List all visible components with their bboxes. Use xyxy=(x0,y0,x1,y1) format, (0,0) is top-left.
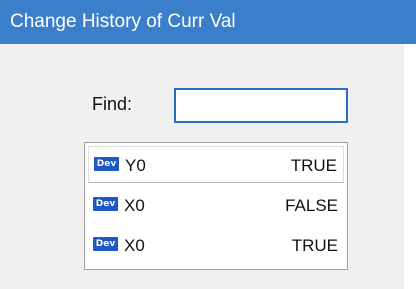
device-icon: Dev xyxy=(93,197,118,211)
list-item[interactable]: Dev X0 TRUE xyxy=(88,227,344,264)
device-name: X0 xyxy=(124,196,145,215)
list-item[interactable]: Dev Y0 TRUE xyxy=(88,146,344,183)
find-label: Find: xyxy=(92,94,133,114)
history-list[interactable]: Dev Y0 TRUE Dev X0 FALSE Dev X0 TRUE xyxy=(84,142,348,270)
list-item[interactable]: Dev X0 FALSE xyxy=(88,187,344,224)
device-value: TRUE xyxy=(290,156,337,175)
change-history-window: Change History of Curr Val Find: Dev Y0 … xyxy=(0,0,416,289)
right-border xyxy=(404,44,416,289)
device-value: TRUE xyxy=(291,236,338,255)
device-name: X0 xyxy=(124,236,145,255)
device-icon: Dev xyxy=(93,237,118,251)
left-border xyxy=(0,44,3,289)
device-icon: Dev xyxy=(94,157,119,171)
device-value: FALSE xyxy=(285,196,338,215)
device-name: Y0 xyxy=(125,156,146,175)
find-input[interactable] xyxy=(174,88,348,123)
window-title[interactable]: Change History of Curr Val xyxy=(0,0,416,44)
